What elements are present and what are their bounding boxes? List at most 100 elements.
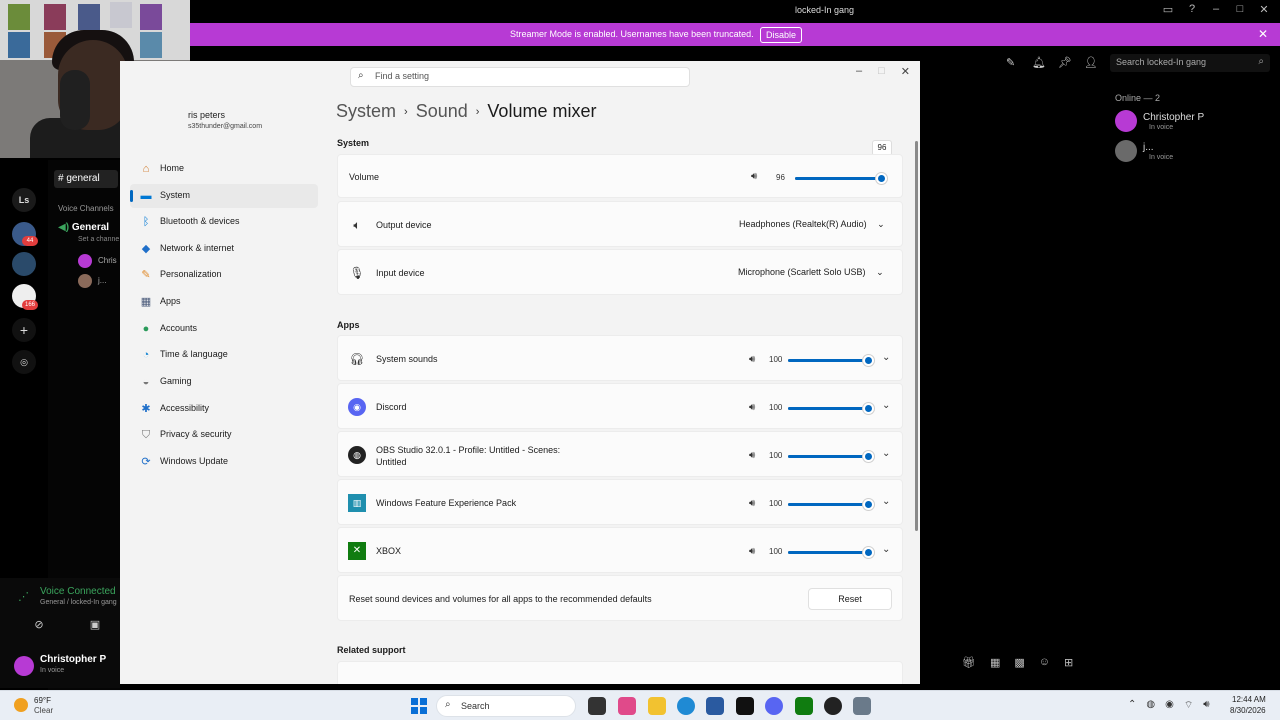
threads-icon[interactable]: ✎ [1006, 56, 1015, 69]
tray-app-icon[interactable]: ◉ [1165, 699, 1174, 712]
task-view-icon[interactable] [588, 697, 606, 715]
discover-icon[interactable]: ◎ [12, 350, 36, 374]
taskbar-search[interactable]: ⌕ Search [436, 695, 576, 717]
nav-item-apps[interactable]: ▦ Apps [130, 290, 318, 314]
terminal-icon[interactable] [736, 697, 754, 715]
sticker-icon[interactable]: ▩ [1014, 656, 1024, 669]
app-row-feature-pack[interactable]: ▥ Windows Feature Experience Pack 🔊︎ 100… [337, 479, 903, 525]
clock-time[interactable]: 12:44 AM [1232, 695, 1266, 704]
slider-thumb[interactable] [863, 499, 874, 510]
breadcrumb-system[interactable]: System [336, 101, 396, 121]
nav-item-personalization[interactable]: ✎ Personalization [130, 263, 318, 287]
nav-item-windows-update[interactable]: ⟳ Windows Update [130, 450, 318, 474]
chevron-down-icon[interactable]: ⌄ [882, 352, 890, 363]
disable-streamer-mode-button[interactable]: Disable [760, 27, 803, 43]
app-volume-slider[interactable] [788, 355, 874, 366]
app-row-obs[interactable]: ◍ OBS Studio 32.0.1 - Profile: Untitled … [337, 431, 903, 477]
minimize-button[interactable]: – [1210, 3, 1222, 16]
start-button[interactable] [411, 698, 427, 714]
speaker-icon[interactable]: 🔊︎ [749, 354, 755, 365]
chevron-up-icon[interactable]: ⌃ [1128, 699, 1136, 712]
voice-user[interactable]: j... [98, 276, 106, 285]
obs-icon[interactable] [824, 697, 842, 715]
settings-icon[interactable] [853, 697, 871, 715]
app-volume-slider[interactable] [788, 403, 874, 414]
slider-thumb[interactable] [876, 173, 888, 184]
member-item[interactable]: Christopher P In voice [1115, 110, 1265, 138]
slider-thumb[interactable] [863, 451, 874, 462]
nav-item-privacy[interactable]: ⛉ Privacy & security [130, 423, 318, 447]
chevron-down-icon[interactable]: ⌄ [882, 496, 890, 507]
clock-date[interactable]: 8/30/2026 [1230, 706, 1266, 715]
add-server-icon[interactable]: + [12, 318, 36, 342]
speaker-icon[interactable]: 🔊︎ [749, 498, 755, 509]
speaker-icon[interactable]: 🔊︎ [749, 546, 755, 557]
server-icon[interactable] [12, 252, 36, 276]
gif-icon[interactable]: ▦ [990, 656, 1000, 669]
voice-channel-general[interactable]: ◀) General [58, 222, 109, 233]
voice-user[interactable]: Chris [98, 256, 117, 265]
volume-icon[interactable]: 🔊︎ [1203, 699, 1209, 712]
gift-icon[interactable]: 🎁︎ [962, 656, 976, 669]
slider-thumb[interactable] [863, 355, 874, 366]
maximize-button[interactable]: □ [878, 65, 885, 78]
close-button[interactable]: ✕ [901, 65, 910, 78]
avatar[interactable] [14, 656, 34, 676]
slider-thumb[interactable] [863, 547, 874, 558]
maximize-button[interactable]: □ [1234, 3, 1246, 16]
member-item[interactable]: j... In voice [1115, 140, 1265, 168]
emoji-icon[interactable]: ☺ [1039, 656, 1050, 669]
copilot-icon[interactable] [618, 697, 636, 715]
screen-share-icon[interactable]: ▣ [88, 618, 102, 632]
app-volume-slider[interactable] [788, 451, 874, 462]
reset-button[interactable]: Reset [808, 588, 892, 610]
slider-thumb[interactable] [863, 403, 874, 414]
weather-description[interactable]: Clear [34, 706, 53, 715]
master-volume-slider[interactable] [795, 173, 888, 184]
close-icon[interactable]: ✕ [1258, 27, 1268, 41]
minimize-button[interactable]: – [856, 65, 862, 78]
nav-item-system[interactable]: ▬ System [130, 184, 318, 208]
app-row-discord[interactable]: ◉ Discord 🔊︎ 100 ⌄ [337, 383, 903, 429]
edge-icon[interactable] [677, 697, 695, 715]
related-support-card[interactable] [337, 661, 903, 684]
pin-icon[interactable]: 📌︎ [1058, 56, 1072, 69]
breadcrumb-sound[interactable]: Sound [416, 101, 468, 121]
apps-grid-icon[interactable]: ⊞ [1064, 656, 1073, 669]
signal-icon[interactable]: ⋰ [18, 590, 29, 603]
chevron-down-icon[interactable]: ⌄ [882, 400, 890, 411]
discord-icon[interactable] [765, 697, 783, 715]
weather-icon[interactable] [14, 698, 28, 712]
nav-item-accessibility[interactable]: ✱ Accessibility [130, 397, 318, 421]
wifi-icon[interactable]: ⌔ [1184, 699, 1193, 712]
xbox-icon[interactable] [795, 697, 813, 715]
nav-item-home[interactable]: ⌂ Home [130, 157, 318, 181]
weather-temperature[interactable]: 69°F [34, 696, 51, 705]
speaker-icon[interactable]: 🔊︎ [749, 402, 755, 413]
app-volume-slider[interactable] [788, 547, 874, 558]
nav-item-bluetooth[interactable]: ᛒ Bluetooth & devices [130, 210, 318, 234]
chevron-down-icon[interactable]: ⌄ [882, 544, 890, 555]
help-icon[interactable]: ? [1186, 3, 1198, 16]
output-device-dropdown[interactable]: Headphones (Realtek(R) Audio) ⌄ [731, 214, 893, 236]
app-volume-slider[interactable] [788, 499, 874, 510]
server-icon-ls[interactable]: Ls [12, 188, 36, 212]
nav-item-gaming[interactable]: ◒ Gaming [130, 370, 318, 394]
store-icon[interactable] [706, 697, 724, 715]
file-explorer-icon[interactable] [648, 697, 666, 715]
nav-item-time-language[interactable]: ◔ Time & language [130, 343, 318, 367]
close-button[interactable]: ✕ [1258, 3, 1270, 16]
nav-item-accounts[interactable]: ● Accounts [130, 317, 318, 341]
app-row-xbox[interactable]: ✕ XBOX 🔊︎ 100 ⌄ [337, 527, 903, 573]
tray-app-icon[interactable]: ◍ [1146, 699, 1155, 712]
find-setting-input[interactable]: ⌕ Find a setting [350, 67, 690, 87]
bell-icon[interactable]: 🔔︎ [1032, 56, 1046, 69]
app-row-system-sounds[interactable]: 🎧︎ System sounds 🔊︎ 100 ⌄ [337, 335, 903, 381]
scrollbar[interactable] [915, 141, 918, 531]
inbox-icon[interactable]: ▭ [1162, 3, 1174, 16]
chevron-down-icon[interactable]: ⌄ [882, 448, 890, 459]
nav-item-network[interactable]: ◆ Network & internet [130, 237, 318, 261]
members-icon[interactable]: 👤︎ [1084, 56, 1098, 69]
input-device-dropdown[interactable]: Microphone (Scarlett Solo USB) ⌄ [730, 262, 892, 284]
channel-general-text[interactable]: # general [54, 170, 118, 188]
